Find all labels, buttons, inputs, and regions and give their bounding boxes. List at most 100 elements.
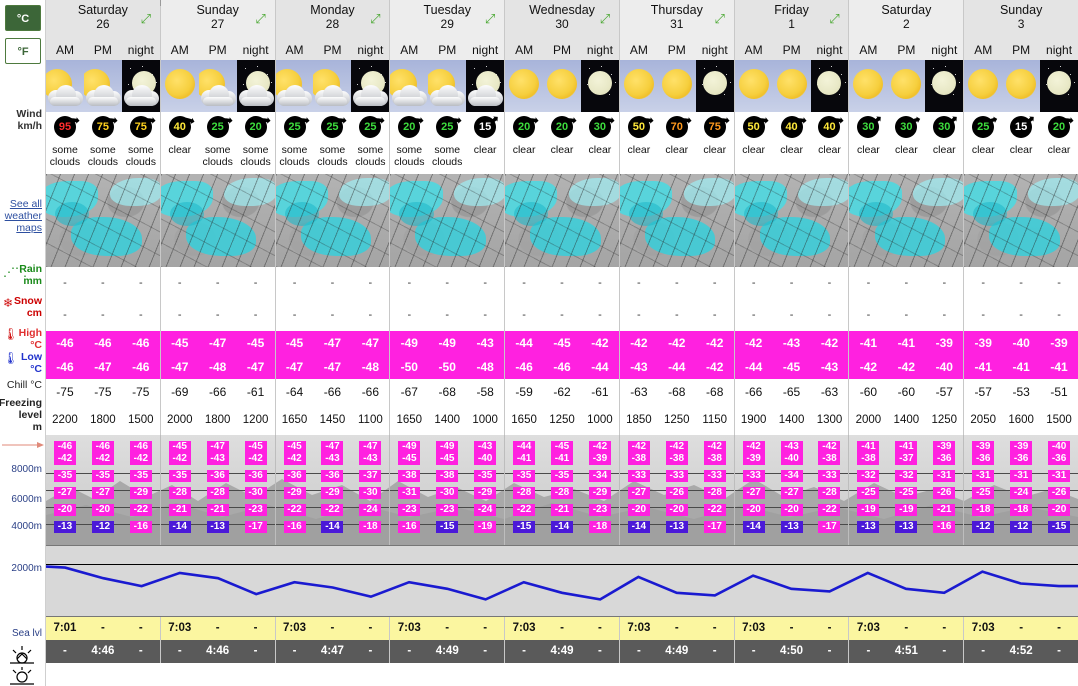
altitude-temp-chip-9000: -46 [91,441,114,453]
period-pm[interactable]: PM [658,40,696,60]
altitude-temp-chip-7000: -35 [53,470,76,482]
low-temp-value-day: -50 -50 -48 [390,355,506,379]
weather-map-thumbnail[interactable] [46,174,160,267]
snow-value: - [330,309,335,321]
weather-map-thumbnail[interactable] [619,174,734,267]
period-pm[interactable]: PM [887,40,925,60]
period-am[interactable]: AM [964,40,1002,60]
period-am[interactable]: AM [390,40,428,60]
rain-value: - [1057,277,1061,289]
fahrenheit-toggle[interactable]: °F [5,38,41,64]
altitude-column: -49 -45 -38 -30 -23 -15 [428,435,466,545]
period-am[interactable]: AM [46,40,84,60]
freezing-level-value: 1300 [816,414,843,426]
weather-map-thumbnail[interactable] [505,174,619,267]
period-pm[interactable]: PM [313,40,351,60]
weather-description-row: some clouds some clouds some clouds clear so… [46,142,1078,174]
description-day: clear clear clear [620,142,735,174]
weather-map-thumbnail[interactable] [849,174,964,267]
wind-day: ➦30➦30➦30 [849,110,965,142]
wind-day: ➦25➦25➦25 [276,111,391,142]
day-header-row: Saturday 26 ⤢ AM PM night Sunday 27 ⤢ AM PM night Mo… [46,0,1078,60]
period-pm[interactable]: PM [773,40,811,60]
altitude-temp-chip-5000: -23 [244,504,267,516]
expand-day-icon[interactable]: ⤢ [597,11,613,27]
weather-icon-sun [505,60,544,112]
weather-icon-moon [810,60,849,112]
freezing-level-value: 1850 [626,414,652,426]
period-night[interactable]: night [351,40,389,60]
expand-day-icon[interactable]: ⤢ [367,11,383,27]
celsius-toggle[interactable]: °C [5,5,41,31]
period-night[interactable]: night [466,40,504,60]
weather-map-thumbnail[interactable] [275,174,390,267]
period-am[interactable]: AM [735,40,773,60]
period-am[interactable]: AM [620,40,658,60]
high-temp-value: -45 [285,336,304,350]
wind-cell: ➦70 [658,111,696,142]
sunset-time: - [712,645,717,657]
weather-description: clear [1009,144,1033,156]
expand-day-icon[interactable]: ⤢ [138,11,154,27]
period-night[interactable]: night [237,40,275,60]
period-pm[interactable]: PM [84,40,122,60]
period-night[interactable]: night [581,40,619,60]
snow-value: - [598,309,602,321]
period-am[interactable]: AM [505,40,543,60]
expand-day-icon[interactable]: ⤢ [253,11,269,27]
wind-speed-badge: 50 [742,116,765,138]
period-am[interactable]: AM [161,40,199,60]
weather-map-thumbnail[interactable] [734,174,849,267]
expand-day-icon[interactable]: ⤢ [482,11,498,27]
weather-map-thumbnail[interactable] [964,174,1078,267]
altitude-temp-chip-5000: -22 [129,504,152,516]
sunrise-time: - [368,622,373,634]
period-night[interactable]: night [925,40,963,60]
weather-description: some clouds [279,144,310,168]
low-temp-value-day: -42 -42 -40 [849,355,965,379]
low-temp-value-day: -47 -47 -48 [275,355,391,379]
altitude-temp-chip-7000: -33 [627,470,650,482]
period-am[interactable]: AM [276,40,314,60]
sunrise-time: - [674,622,679,634]
sunset-time-day: - 4:46 - [161,640,276,663]
day-header-title: Monday 28 ⤢ [275,0,390,40]
altitude-temp-chip-7000: -31 [1048,470,1071,482]
period-pm[interactable]: PM [199,40,237,60]
weather-icon-sun-cloud [198,60,237,112]
altitude-temp-chip-7000: -31 [972,470,995,482]
chill-value: -59 [515,385,533,399]
expand-day-icon[interactable]: ⤢ [712,11,728,27]
period-night[interactable]: night [1040,40,1078,60]
weather-map-thumbnail[interactable] [390,174,505,267]
weather-icon-moon [580,60,619,112]
period-am[interactable]: AM [849,40,887,60]
weather-map-thumbnail[interactable] [160,174,275,267]
period-pm[interactable]: PM [543,40,581,60]
altitude-temp-chip-6000: -27 [53,487,76,499]
period-row: AM PM night [849,40,964,60]
see-all-weather-maps-link[interactable]: See all weather maps [5,198,42,234]
rain-value-day: --- [849,267,965,299]
altitude-temp-chip-4000: -12 [972,521,995,533]
moon-icon [817,71,842,95]
high-temp-value-day: -46 -46 -46 [46,331,161,355]
day-column-sunday-3: Sunday 3 AM PM night [964,0,1078,60]
altitude-temp-chip-6000: -28 [818,487,841,499]
sun-icon [661,69,692,99]
weather-icon-sun-cloud [46,60,84,112]
period-night[interactable]: night [122,40,160,60]
period-night[interactable]: night [811,40,849,60]
sunrise-time-day: 7:01 - - [46,617,161,640]
period-night[interactable]: night [696,40,734,60]
altitude-temp-chip-9000: -44 [513,441,536,453]
period-pm[interactable]: PM [428,40,466,60]
period-pm[interactable]: PM [1002,40,1040,60]
wind-day: ➦20➦20➦30 [505,111,620,142]
day-header-title: Saturday 26 ⤢ [46,0,160,40]
altitude-day: -49 -45 -38 -31 -23 -16 -49 -45 -38 -30 -23 -15 -43-… [390,435,506,545]
expand-day-icon[interactable]: ⤢ [826,11,842,27]
weather-description: clear [588,144,612,156]
sunset-row: - 4:46 - - 4:46 - - 4:47 - - 4:49 - - 4:49 - - 4:49 - - 4:5… [46,640,1078,663]
rain-value: - [445,277,450,289]
